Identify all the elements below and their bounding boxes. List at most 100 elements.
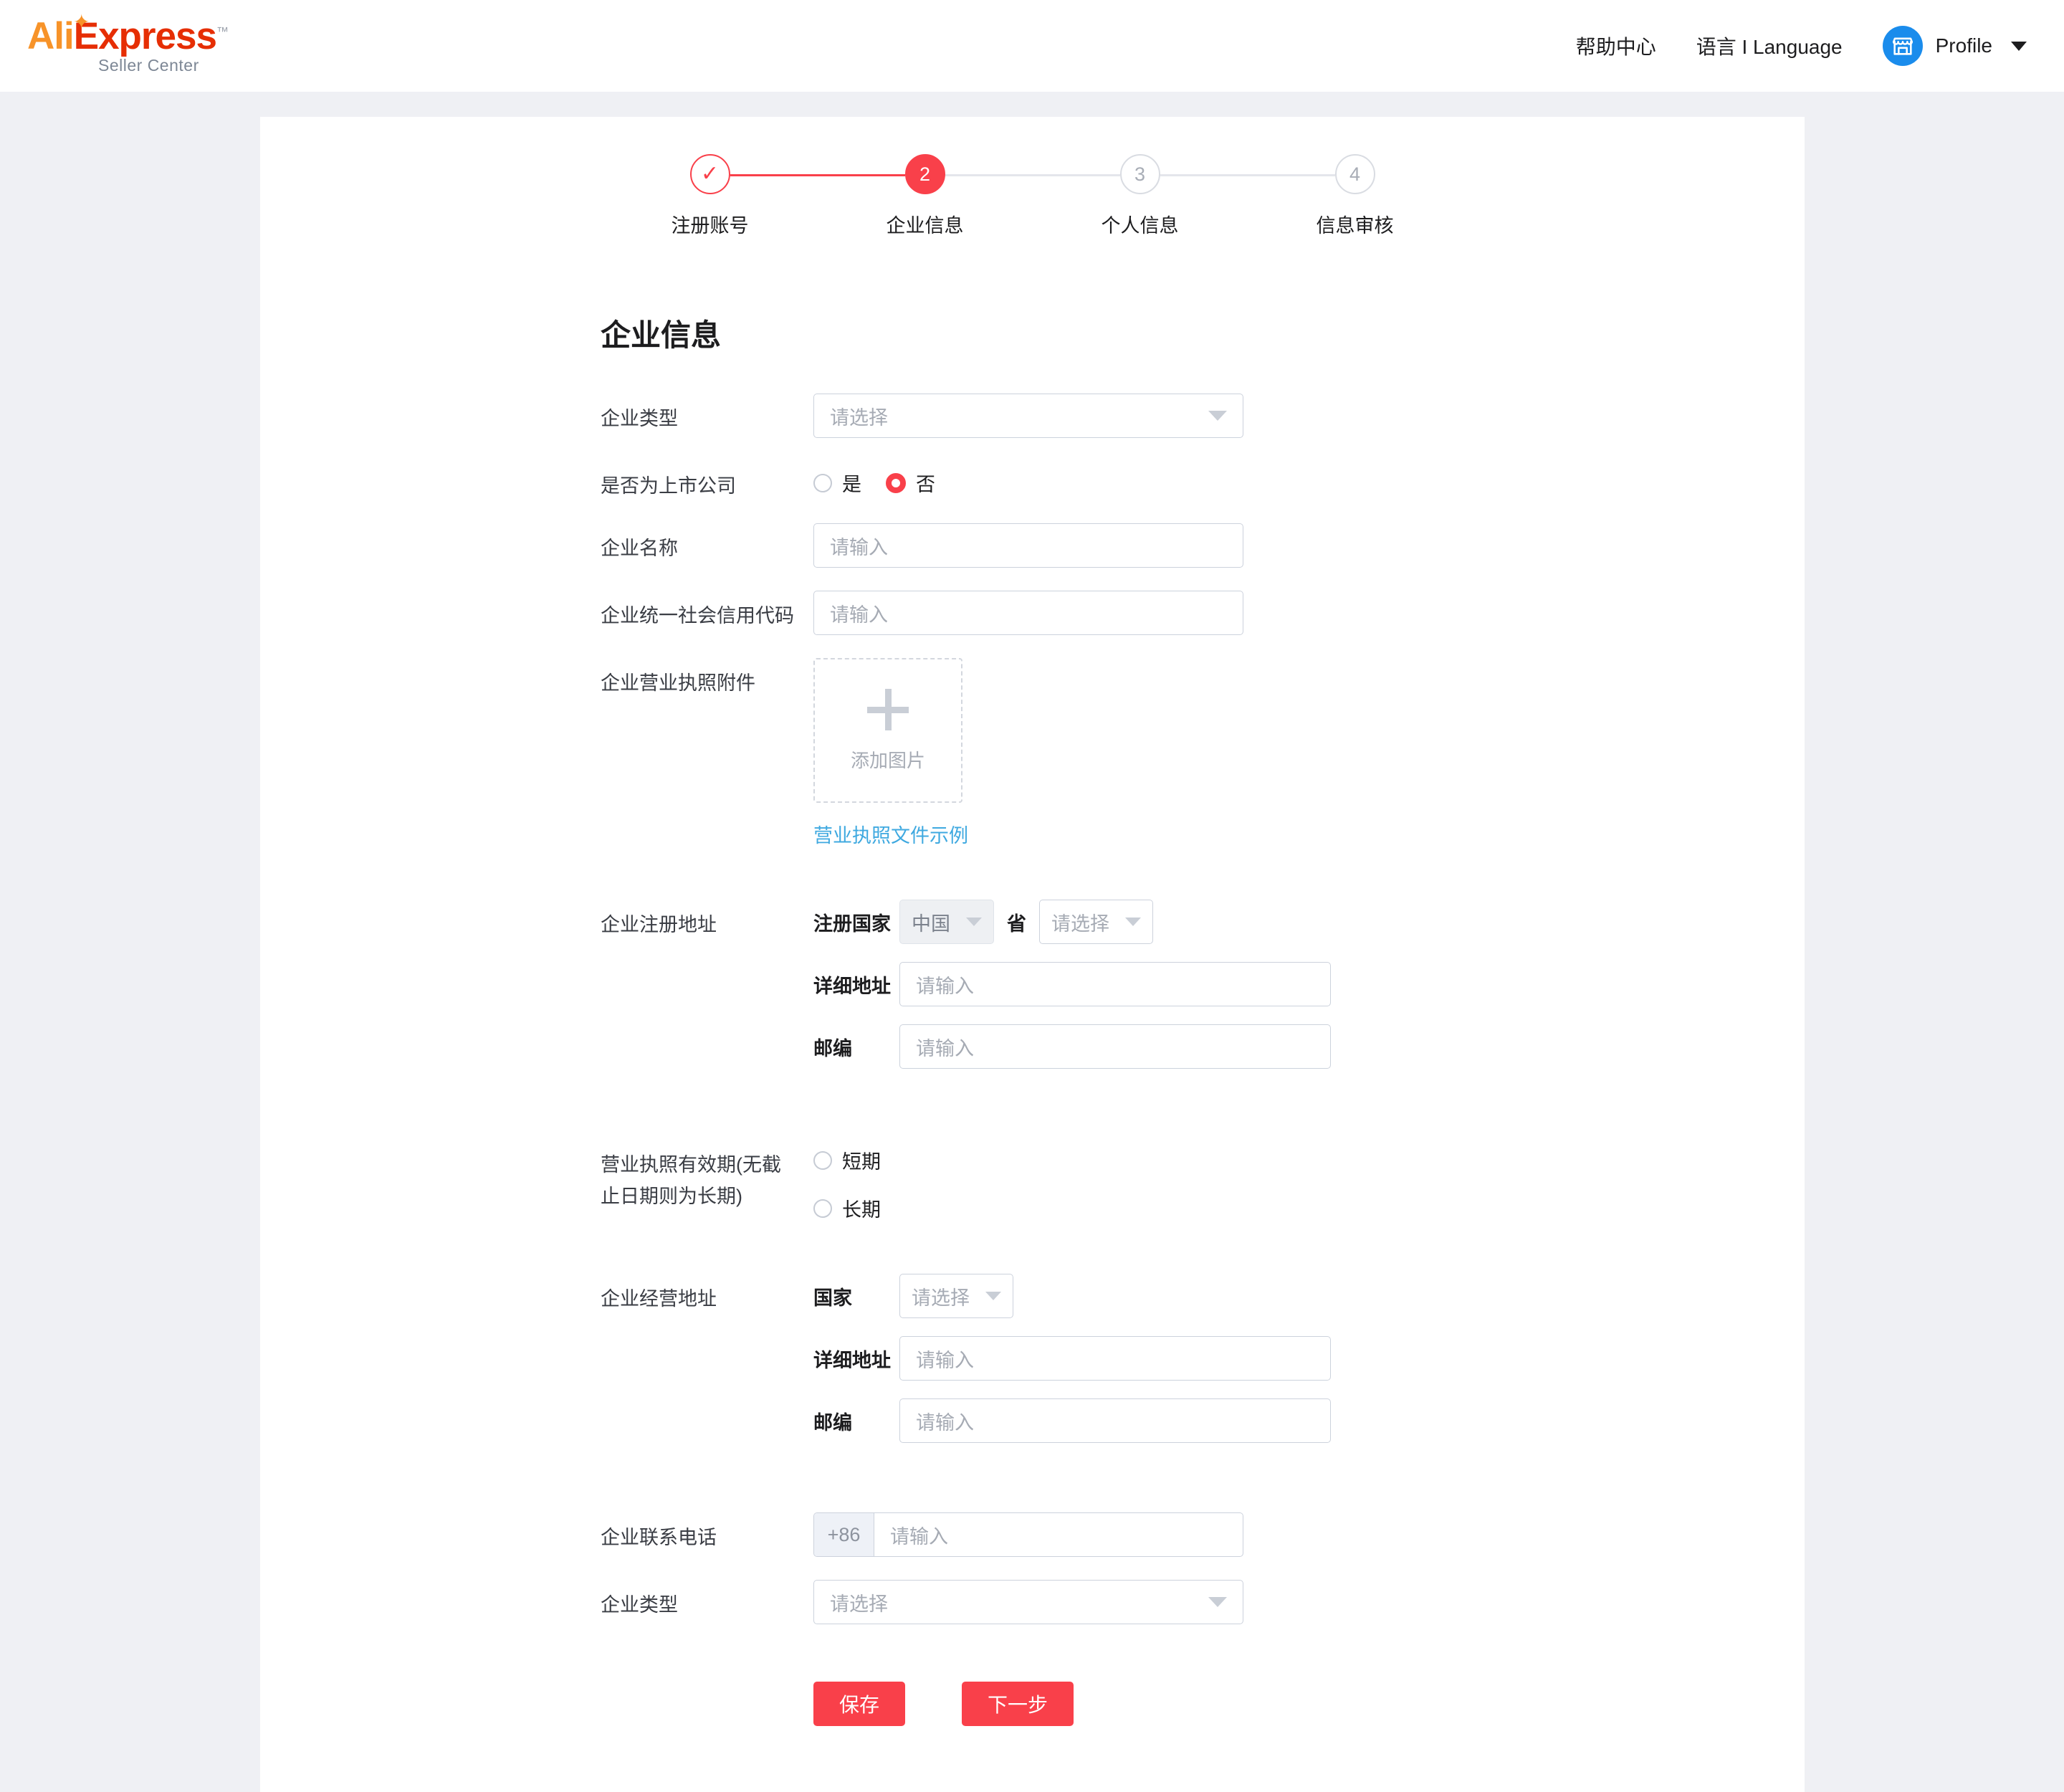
plus-icon <box>867 689 909 730</box>
trademark-icon: ™ <box>216 24 229 38</box>
row-license-attachment: 企业营业执照附件 添加图片 营业执照文件示例 <box>601 658 1805 848</box>
company-phone-input[interactable]: 请输入 <box>874 1513 1243 1556</box>
help-center-link[interactable]: 帮助中心 <box>1576 32 1656 60</box>
form-action-buttons: 保存 下一步 <box>813 1682 1074 1726</box>
company-type-select[interactable]: 请选择 <box>813 394 1243 438</box>
company-type-secondary-label: 企业类型 <box>601 1580 813 1619</box>
registered-country-label: 注册国家 <box>813 908 899 936</box>
business-country-select[interactable]: 请选择 <box>899 1274 1013 1318</box>
step-4-review[interactable]: 4 信息审核 <box>1248 154 1463 238</box>
company-name-input[interactable]: 请输入 <box>813 523 1243 568</box>
company-phone-field: +86 请输入 <box>813 1512 1243 1557</box>
license-attachment-label: 企业营业执照附件 <box>601 658 813 697</box>
registered-country-row: 注册国家 中国 省 请选择 <box>813 900 1331 944</box>
image-upload-dropzone[interactable]: 添加图片 <box>813 658 962 803</box>
profile-label: Profile <box>1936 34 1992 57</box>
shop-icon <box>1883 26 1923 66</box>
chevron-down-icon <box>1125 918 1141 926</box>
business-detail-address-input[interactable]: 请输入 <box>899 1336 1331 1381</box>
radio-validity-long[interactable]: 长期 <box>813 1194 881 1222</box>
radio-listed-no[interactable]: 否 <box>886 469 935 497</box>
profile-menu[interactable]: Profile <box>1883 26 2027 66</box>
registered-address-label: 企业注册地址 <box>601 900 813 939</box>
province-select[interactable]: 请选择 <box>1039 900 1153 944</box>
radio-circle-selected-icon <box>886 473 906 493</box>
radio-circle-icon <box>813 1151 832 1170</box>
business-detail-address-row: 详细地址 请输入 <box>813 1336 1331 1381</box>
step-4-label: 信息审核 <box>1317 210 1394 238</box>
step-3-label: 个人信息 <box>1102 210 1179 238</box>
upload-label: 添加图片 <box>851 746 925 773</box>
company-type-secondary-select[interactable]: 请选择 <box>813 1580 1243 1624</box>
license-validity-radio-group: 短期 长期 <box>813 1138 905 1222</box>
chevron-down-icon <box>2011 42 2027 51</box>
row-company-name: 企业名称 请输入 <box>601 523 1805 568</box>
radio-listed-yes[interactable]: 是 <box>813 469 861 497</box>
business-postcode-input[interactable]: 请输入 <box>899 1398 1331 1443</box>
step-1-label: 注册账号 <box>672 210 749 238</box>
registration-card: ✓ 注册账号 2 企业信息 3 个人信息 4 信息审核 企业信息 企业类型 <box>260 117 1805 1792</box>
row-is-listed-company: 是否为上市公司 是 否 <box>601 461 1805 500</box>
chevron-down-icon <box>1208 411 1227 421</box>
row-company-phone: 企业联系电话 +86 请输入 <box>601 1512 1805 1557</box>
phone-country-code: +86 <box>814 1513 874 1556</box>
progress-stepper: ✓ 注册账号 2 企业信息 3 个人信息 4 信息审核 <box>260 117 1805 238</box>
row-credit-code: 企业统一社会信用代码 请输入 <box>601 591 1805 635</box>
aliexpress-seller-center-logo[interactable]: ✦AliExpress™ Seller Center <box>19 17 229 75</box>
spacer <box>601 1484 1805 1512</box>
radio-validity-short[interactable]: 短期 <box>813 1146 881 1174</box>
business-country-label: 国家 <box>813 1282 899 1310</box>
radio-validity-long-label: 长期 <box>842 1194 881 1222</box>
step-4-circle: 4 <box>1335 154 1375 194</box>
radio-listed-no-label: 否 <box>916 469 935 497</box>
step-3-circle: 3 <box>1120 154 1160 194</box>
radio-circle-icon <box>813 1199 832 1218</box>
logo-express-text: Express <box>74 15 216 57</box>
company-name-label: 企业名称 <box>601 523 813 563</box>
step-1-circle: ✓ <box>690 154 730 194</box>
radio-listed-yes-label: 是 <box>842 469 861 497</box>
save-button[interactable]: 保存 <box>813 1682 905 1726</box>
province-label: 省 <box>1007 908 1026 936</box>
sparkle-icon: ✦ <box>73 12 89 32</box>
spacer <box>601 1110 1805 1138</box>
next-step-button[interactable]: 下一步 <box>962 1682 1074 1726</box>
business-detail-address-label: 详细地址 <box>813 1345 899 1373</box>
registered-country-select[interactable]: 中国 <box>899 900 994 944</box>
step-3-personal-info[interactable]: 3 个人信息 <box>1033 154 1248 238</box>
company-type-secondary-value: 请选择 <box>830 1588 888 1616</box>
is-listed-radio-group: 是 否 <box>813 461 960 497</box>
registered-postcode-row: 邮编 请输入 <box>813 1024 1331 1069</box>
license-validity-label-line2: 止日期则为长期) <box>601 1181 813 1213</box>
row-business-address: 企业经营地址 国家 请选择 详细地址 请输入 邮编 请输入 <box>601 1274 1805 1461</box>
registered-detail-address-input[interactable]: 请输入 <box>899 962 1331 1006</box>
registered-postcode-label: 邮编 <box>813 1033 899 1061</box>
language-switcher-link[interactable]: 语言 I Language <box>1696 32 1843 60</box>
logo-wordmark: ✦AliExpress™ <box>27 17 229 55</box>
credit-code-input[interactable]: 请输入 <box>813 591 1243 635</box>
step-1-register-account[interactable]: ✓ 注册账号 <box>603 154 818 238</box>
is-listed-label: 是否为上市公司 <box>601 461 813 500</box>
row-form-actions: 保存 下一步 <box>601 1647 1805 1769</box>
registered-postcode-input[interactable]: 请输入 <box>899 1024 1331 1069</box>
top-header: ✦AliExpress™ Seller Center 帮助中心 语言 I Lan… <box>0 0 2064 92</box>
business-address-label: 企业经营地址 <box>601 1274 813 1313</box>
registered-country-value: 中国 <box>912 908 950 936</box>
row-company-type: 企业类型 请选择 <box>601 394 1805 438</box>
header-nav: 帮助中心 语言 I Language Profile <box>1536 26 2027 66</box>
row-registered-address: 企业注册地址 注册国家 中国 省 请选择 详细地址 请输入 <box>601 900 1805 1087</box>
company-type-label: 企业类型 <box>601 394 813 433</box>
chevron-down-icon <box>1208 1597 1227 1607</box>
license-example-link[interactable]: 营业执照文件示例 <box>813 820 968 848</box>
business-country-row: 国家 请选择 <box>813 1274 1331 1318</box>
chevron-down-icon <box>966 918 982 926</box>
company-phone-label: 企业联系电话 <box>601 1512 813 1552</box>
logo-ali-text: Ali <box>27 15 74 57</box>
registered-detail-address-row: 详细地址 请输入 <box>813 962 1331 1006</box>
step-2-circle: 2 <box>905 154 945 194</box>
business-postcode-row: 邮编 请输入 <box>813 1398 1331 1443</box>
step-2-company-info[interactable]: 2 企业信息 <box>818 154 1033 238</box>
step-connector-2 <box>945 174 1120 176</box>
registered-detail-address-label: 详细地址 <box>813 971 899 999</box>
page-title: 企业信息 <box>601 311 1805 355</box>
